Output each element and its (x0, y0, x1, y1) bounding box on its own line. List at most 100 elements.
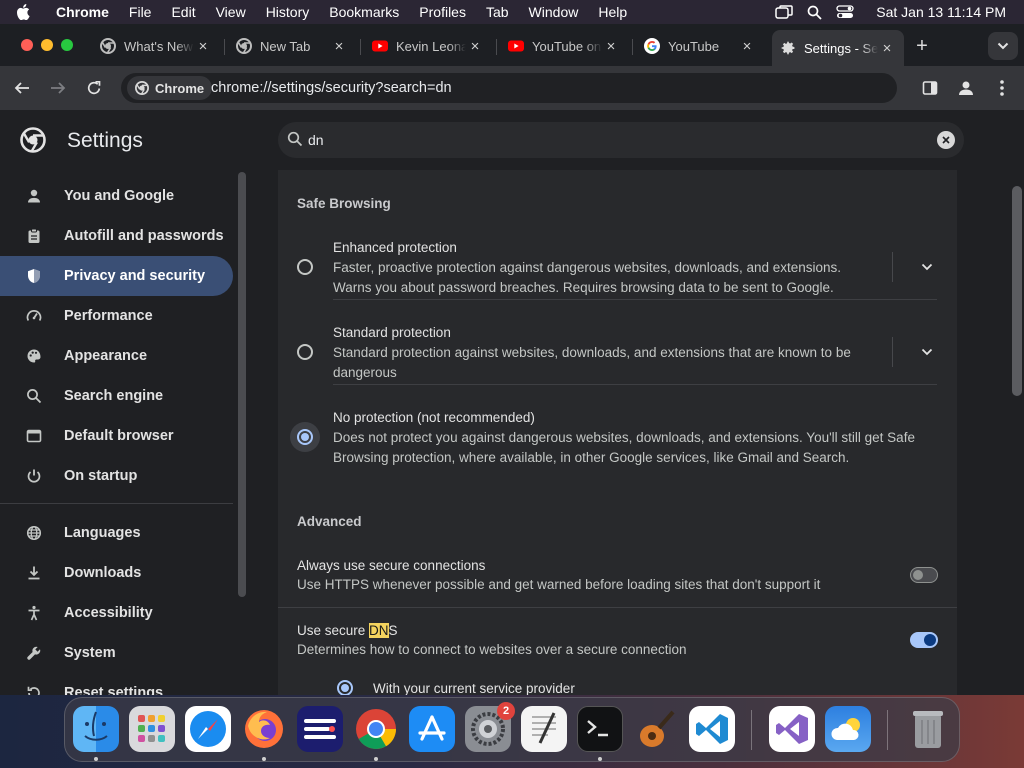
menu-help[interactable]: Help (588, 4, 637, 20)
page-scrollbar[interactable] (1012, 186, 1022, 396)
tab-settings[interactable]: Settings - Security × (772, 30, 904, 66)
tab-close-icon[interactable]: × (738, 37, 756, 55)
more-vertical-icon (1000, 80, 1004, 96)
tab-title: What's New (124, 38, 193, 54)
expand-enhanced-button[interactable] (917, 257, 937, 277)
sidebar-item-label: You and Google (64, 188, 175, 204)
advanced-heading: Advanced (297, 514, 362, 529)
close-window-button[interactable] (21, 39, 33, 51)
menu-window[interactable]: Window (519, 4, 589, 20)
tab-youtube[interactable]: YouTube × (636, 30, 764, 62)
sidebar-item-label: System (64, 645, 116, 661)
address-bar[interactable]: Chrome chrome://settings/security?search… (121, 73, 897, 103)
firefox-icon[interactable] (241, 706, 287, 752)
menu-file[interactable]: File (119, 4, 162, 20)
search-icon (287, 131, 303, 147)
spotlight-search-icon[interactable] (807, 5, 822, 20)
sidebar-item-downloads[interactable]: Downloads (0, 553, 233, 593)
menu-history[interactable]: History (256, 4, 320, 20)
settings-header: Settings dn (0, 110, 1024, 170)
tab-close-icon[interactable]: × (330, 37, 348, 55)
visual-studio-code-icon[interactable] (689, 706, 735, 752)
fenix-icon[interactable] (297, 706, 343, 752)
site-info-chip[interactable]: Chrome (127, 76, 213, 100)
secure-dns-toggle[interactable] (910, 632, 938, 648)
forward-button[interactable] (48, 78, 68, 98)
sidebar-item-privacy-and-security[interactable]: Privacy and security (0, 256, 233, 296)
tab-youtube-on[interactable]: YouTube on × (500, 30, 628, 62)
garageband-icon[interactable] (633, 706, 679, 752)
finder-icon[interactable] (73, 706, 119, 752)
sidebar-item-label: Default browser (64, 428, 174, 444)
menu-clock[interactable]: Sat Jan 13 11:14 PM (876, 4, 1006, 20)
wrench-icon (24, 643, 44, 663)
back-button[interactable] (12, 78, 32, 98)
new-tab-button[interactable]: + (912, 36, 932, 57)
standard-protection-radio[interactable] (297, 344, 313, 360)
side-panel-button[interactable] (920, 78, 940, 98)
sidebar-item-accessibility[interactable]: Accessibility (0, 593, 233, 633)
expand-standard-button[interactable] (917, 342, 937, 362)
tab-whats-new[interactable]: What's New × (92, 30, 220, 62)
clear-search-button[interactable] (937, 131, 955, 149)
google-chrome-icon[interactable] (353, 706, 399, 752)
no-protection-radio[interactable] (297, 429, 313, 445)
youtube-icon (508, 38, 524, 54)
secure-connections-toggle[interactable] (910, 567, 938, 583)
tab-close-icon[interactable]: × (194, 37, 212, 55)
enhanced-protection-radio[interactable] (297, 259, 313, 275)
sidebar-item-default-browser[interactable]: Default browser (0, 416, 233, 456)
weather-icon[interactable] (825, 706, 871, 752)
tab-title: YouTube on (532, 38, 602, 54)
tab-close-icon[interactable]: × (602, 37, 620, 55)
terminal-icon[interactable] (577, 706, 623, 752)
minimize-window-button[interactable] (41, 39, 53, 51)
reload-button[interactable] (84, 78, 104, 98)
tab-search-button[interactable] (988, 32, 1018, 60)
control-center-icon[interactable] (836, 5, 854, 19)
visual-studio-icon[interactable] (769, 706, 815, 752)
sidebar-item-search-engine[interactable]: Search engine (0, 376, 233, 416)
screen-mirroring-icon[interactable] (775, 5, 794, 19)
current-provider-radio[interactable] (337, 680, 353, 695)
trash-icon[interactable] (905, 706, 951, 752)
safari-icon[interactable] (185, 706, 231, 752)
sidebar-item-on-startup[interactable]: On startup (0, 456, 233, 496)
menu-app-name[interactable]: Chrome (46, 4, 119, 20)
sidebar-item-label: Downloads (64, 565, 142, 581)
sidebar-item-autofill[interactable]: Autofill and passwords (0, 216, 233, 256)
menu-edit[interactable]: Edit (161, 4, 205, 20)
tab-close-icon[interactable]: × (878, 39, 896, 57)
tab-title: YouTube (668, 38, 720, 54)
tab-title: New Tab (260, 38, 311, 54)
sidebar-item-appearance[interactable]: Appearance (0, 336, 233, 376)
sidebar-item-languages[interactable]: Languages (0, 513, 233, 553)
tab-kevin-leonard[interactable]: Kevin Leonard × (364, 30, 492, 62)
reload-icon (86, 80, 102, 96)
settings-search-input[interactable]: dn (308, 132, 324, 148)
sidebar-item-system[interactable]: System (0, 633, 233, 673)
zoom-window-button[interactable] (61, 39, 73, 51)
app-store-icon[interactable] (409, 706, 455, 752)
sidebar-scrollbar[interactable] (238, 172, 246, 597)
chrome-icon (135, 81, 149, 95)
url-text[interactable]: chrome://settings/security?search=dn (211, 80, 452, 96)
menu-view[interactable]: View (206, 4, 256, 20)
profile-button[interactable] (956, 78, 976, 98)
site-chip-label: Chrome (155, 80, 205, 96)
sidebar-item-performance[interactable]: Performance (0, 296, 233, 336)
chrome-menu-button[interactable] (992, 78, 1012, 98)
settings-sidebar: You and Google Autofill and passwords Pr… (0, 170, 236, 695)
menu-bookmarks[interactable]: Bookmarks (319, 4, 409, 20)
sidebar-item-reset-settings[interactable]: Reset settings (0, 673, 233, 695)
settings-search-box[interactable]: dn (278, 122, 964, 158)
menu-profiles[interactable]: Profiles (409, 4, 476, 20)
sidebar-item-you-and-google[interactable]: You and Google (0, 176, 233, 216)
textedit-icon[interactable] (521, 706, 567, 752)
apple-menu-icon[interactable] (0, 4, 46, 20)
tab-close-icon[interactable]: × (466, 37, 484, 55)
tab-new-tab[interactable]: New Tab × (228, 30, 356, 62)
launchpad-icon[interactable] (129, 706, 175, 752)
menu-tab[interactable]: Tab (476, 4, 519, 20)
no-protection-title: No protection (not recommended) (333, 410, 535, 425)
